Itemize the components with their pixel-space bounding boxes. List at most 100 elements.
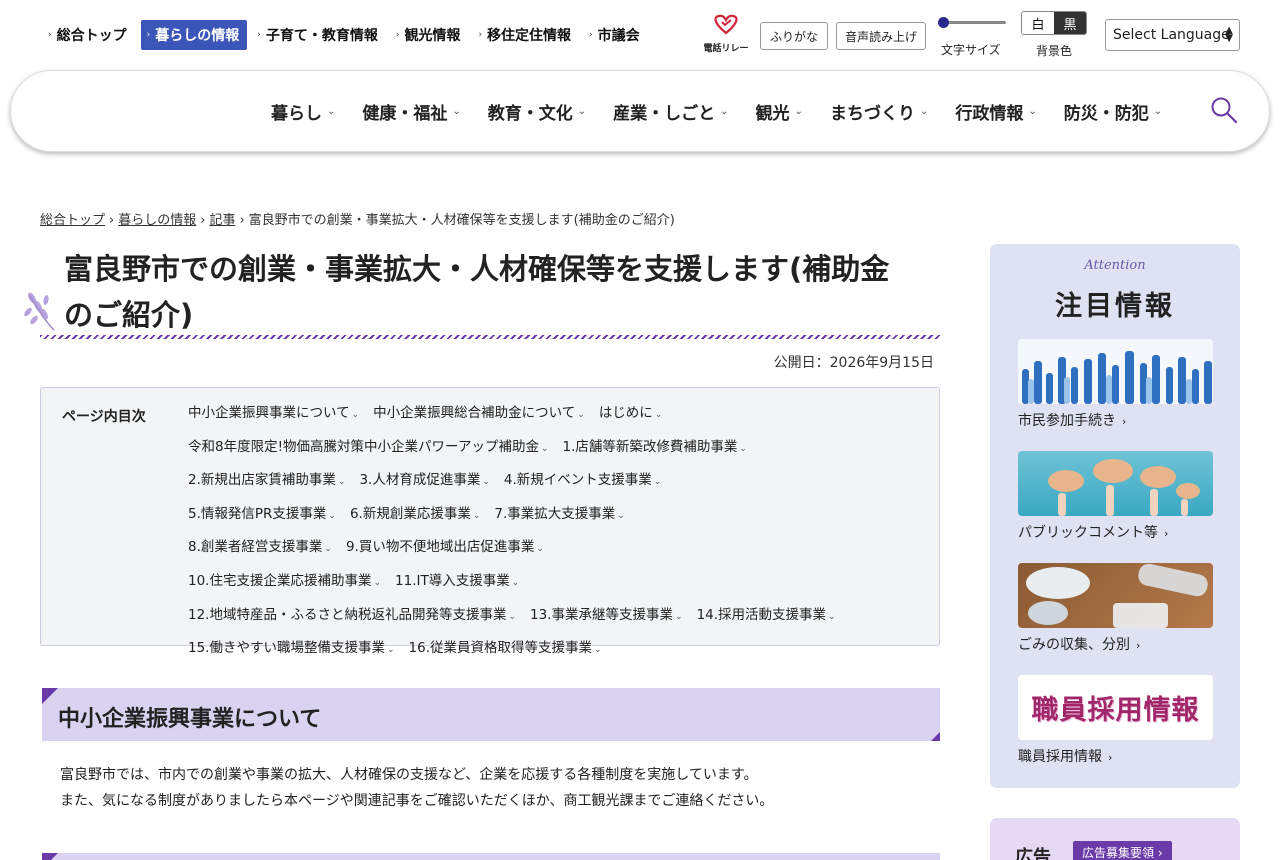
toc-link[interactable]: 4.新規イベント支援事業 ⌄ [504,466,661,500]
title-underline [40,335,940,339]
toc-link[interactable]: 9.買い物不便地域出店促進事業 ⌄ [346,533,544,567]
mainnav-industry[interactable]: 産業・しごと ⌄ [613,99,728,124]
card-label: ごみの収集、分別 [1018,637,1130,653]
mainnav-admin[interactable]: 行政情報 ⌄ [955,99,1036,124]
topnav-link-tourism[interactable]: › 観光情報 [392,20,469,50]
chevron-down-icon: ⌄ [794,106,803,117]
chevron-down-icon: ⌄ [324,544,332,555]
ad-guidelines-button[interactable]: 広告募集要領 › [1073,841,1172,860]
published-date: 公開日：2026年9月15日 [773,355,934,371]
chevron-down-icon: ⌄ [373,577,382,588]
chevron-down-icon: ⌄ [508,611,517,622]
slider-handle[interactable] [938,17,949,28]
chevron-down-icon: ⌄ [386,645,395,656]
toc-link[interactable]: 15.働きやすい職場整備支援事業 ⌄ [188,634,395,668]
chevron-down-icon: ⌄ [675,611,683,622]
language-select[interactable]: Select Language ▲ ▼ [1105,19,1240,51]
card-label: パブリックコメント等 [1018,525,1158,541]
card-citizen-participation[interactable]: 市民参加手続き › [1018,339,1213,430]
card-garbage[interactable]: ごみの収集、分別 › [1018,563,1213,654]
arrow-right-icon: › [478,30,483,40]
chevron-down-icon: ⌄ [577,106,587,117]
breadcrumb-link[interactable]: 総合トップ [40,213,105,228]
chevron-right-icon: › [1122,415,1127,428]
breadcrumb-separator: › [200,213,206,228]
chevron-down-icon: ⌄ [720,106,729,117]
arrow-right-icon: › [48,30,52,40]
breadcrumb-current: 富良野市での創業・事業拡大・人材確保等を支援します(補助金のご紹介) [248,213,675,228]
sidebar-heading: 注目情報 [1055,291,1175,322]
chevron-down-icon: ⌄ [482,477,490,488]
chevron-down-icon: ⌄ [617,510,625,521]
toc-link[interactable]: 6.新規創業応援事業 ⌄ [350,500,480,534]
chevron-down-icon: ⌄ [452,106,461,117]
chevron-down-icon: ⌄ [739,443,747,454]
toc-link[interactable]: 13.事業承継等支援事業 ⌄ [530,601,683,635]
chevron-down-icon: ⌄ [337,477,346,488]
chevron-down-icon: ⌄ [511,577,520,588]
toc-link[interactable]: 7.事業拡大支援事業 ⌄ [494,500,624,534]
chevron-right-icon: › [1108,751,1113,764]
toc-link[interactable]: 中小企業振興事業について ⌄ [188,399,359,433]
topnav-link-migration[interactable]: › 移住定住情報 [474,20,579,50]
toc-link[interactable]: 11.IT導入支援事業 ⌄ [395,567,519,601]
toc-link[interactable]: 10.住宅支援企業応援補助事業 ⌄ [188,567,381,601]
mainnav-health[interactable]: 健康・福祉 ⌄ [362,99,460,124]
chevron-right-icon: › [1164,527,1169,540]
paragraph: 富良野市では、市内での創業や事業の拡大、人材確保の支援など、企業を応援する各種制… [60,767,758,783]
table-of-contents: ページ内目次 中小企業振興事業について ⌄ 中小企業振興総合補助金について ⌄ はじめに… [40,387,940,656]
mainnav-disaster[interactable]: 防災・防犯 ⌄ [1064,99,1162,124]
mainnav-living[interactable]: 暮らし ⌄ [271,99,335,124]
chevron-down-icon: ⌄ [1153,106,1163,117]
topnav-link-top[interactable]: › 総合トップ [44,20,135,50]
corner-accent [42,688,58,704]
mainnav-education[interactable]: 教育・文化 ⌄ [488,99,586,124]
toc-link[interactable]: 2.新規出店家賃補助事業 ⌄ [188,466,345,500]
mainnav-city[interactable]: まちづくり ⌄ [830,99,928,124]
section-heading-box: 中小企業振興事業について [42,688,940,741]
chevron-down-icon: ⌄ [327,106,336,117]
card-recruitment[interactable]: 職員採用情報 職員採用情報 › [1018,675,1213,766]
toc-link[interactable]: 14.採用活動支援事業 ⌄ [697,601,836,635]
bg-white-button[interactable]: 白 [1022,12,1054,34]
paragraph: また、気になる制度がありましたら本ページや関連記事をご確認いただくほか、商工観光… [60,793,774,809]
toc-link[interactable]: 3.人材育成促進事業 ⌄ [359,466,489,500]
arrow-right-icon: › [257,30,261,40]
corner-accent [42,853,58,860]
corner-accent [931,732,940,741]
page-title: 富良野市での創業・事業拡大・人材確保等を支援します(補助金のご紹介) [64,252,890,332]
topnav-link-living[interactable]: › 暮らしの情報 [140,20,248,50]
toc-heading: ページ内目次 [62,409,146,425]
bg-black-button[interactable]: 黒 [1054,12,1086,34]
slider-track [942,21,1006,24]
section-body: 富良野市では、市内での創業や事業の拡大、人材確保の支援など、企業を応援する各種制… [60,762,930,814]
ad-heading: 広告 [1015,847,1051,860]
card-public-comment[interactable]: パブリックコメント等 › [1018,451,1213,542]
toc-link[interactable]: 5.情報発信PR支援事業 ⌄ [188,500,336,534]
main-nav: 暮らし ⌄ 健康・福祉 ⌄ 教育・文化 ⌄ 産業・しごと ⌄ 観光 ⌄ まちづくり ⌄ 行政… [10,70,1270,152]
topnav-link-council[interactable]: › 市議会 [585,20,648,50]
toc-list: 中小企業振興事業について ⌄ 中小企業振興総合補助金について ⌄ はじめに ⌄ 令和8年度限… [188,399,928,668]
ad-box: 広告 広告募集要領 › [990,818,1240,860]
toc-link[interactable]: はじめに ⌄ [599,399,663,433]
toc-link[interactable]: 中小企業振興総合補助金について ⌄ [373,399,585,433]
toc-link[interactable]: 8.創業者経営支援事業 ⌄ [188,533,332,567]
toc-link[interactable]: 12.地域特産品・ふるさと納税返礼品開発等支援事業 ⌄ [188,601,516,635]
arrow-right-icon: › [395,30,400,40]
toc-link[interactable]: 令和8年度限定!物価高騰対策中小企業パワーアップ補助金 ⌄ [188,433,549,467]
breadcrumb-separator: › [239,213,245,228]
furigana-button[interactable]: ふりがな [760,22,828,50]
chevron-down-icon: ⌄ [328,510,336,521]
search-icon[interactable] [1209,95,1239,125]
breadcrumb-separator: › [109,213,115,228]
toc-link[interactable]: 16.従業員資格取得等支援事業 ⌄ [409,634,602,668]
breadcrumb-link[interactable]: 暮らしの情報 [118,213,196,228]
phone-relay-logo[interactable]: 電話リレー [702,13,750,57]
topnav-link-childcare[interactable]: › 子育て・教育情報 [253,20,386,50]
voice-readout-button[interactable]: 音声読み上げ [836,22,926,50]
toc-link[interactable]: 1.店舗等新築改修費補助事業 ⌄ [563,433,747,467]
top-nav: › 総合トップ › 暮らしの情報 › 子育て・教育情報 › 観光情報 › 移住定住情報 ›… [44,20,648,50]
chevron-down-icon: ⌄ [919,106,929,117]
mainnav-tourism[interactable]: 観光 ⌄ [756,99,803,124]
breadcrumb-link[interactable]: 記事 [209,213,235,228]
